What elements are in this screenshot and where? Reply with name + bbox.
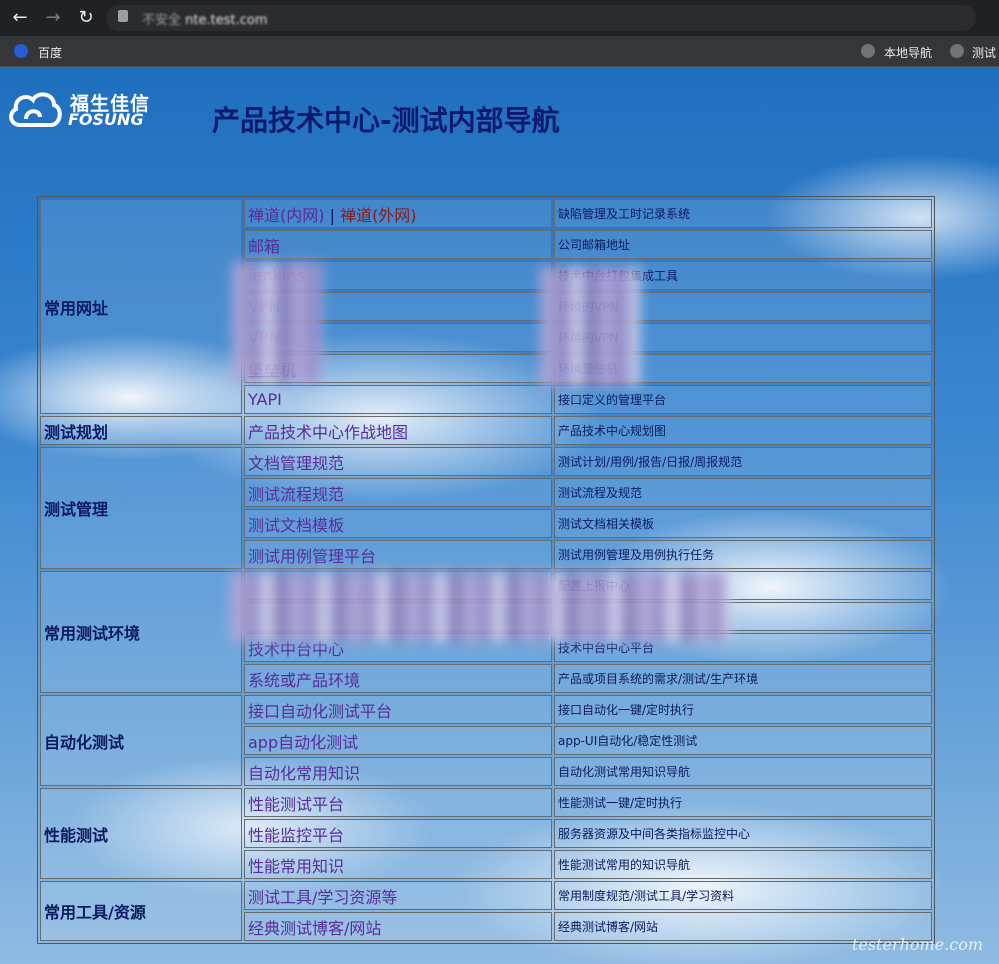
description-cell: 测试用例管理及用例执行任务 <box>554 540 932 569</box>
bookmark-local-nav[interactable]: 本地导航 <box>884 44 932 61</box>
description-cell: 测试流程及规范 <box>554 478 932 507</box>
link-cell: 经典测试博客/网站 <box>244 912 552 941</box>
baidu-icon <box>14 44 28 58</box>
nav-link[interactable]: 性能测试平台 <box>248 795 344 814</box>
nav-link[interactable]: 禅道(内网) <box>248 206 325 225</box>
page-background: 福生佳信 FOSUNG 产品技术中心-测试内部导航 常用网址 禅道(内网) | 禅… <box>0 67 999 964</box>
reload-icon[interactable]: ↻ <box>76 8 96 28</box>
description-cell: 接口自动化一键/定时执行 <box>554 695 932 724</box>
nav-link[interactable]: 测试工具/学习资源等 <box>248 888 397 907</box>
nav-link[interactable]: 性能监控平台 <box>248 826 344 845</box>
link-cell: 性能监控平台 <box>244 819 552 848</box>
bookmark-test[interactable]: 测试 <box>972 44 996 61</box>
link-cell: 性能测试平台 <box>244 788 552 817</box>
description-cell: 自动化测试常用知识导航 <box>554 757 932 786</box>
table-row: 测试规划 产品技术中心作战地图 产品技术中心规划图 <box>40 416 932 445</box>
table-row: 测试管理 文档管理规范 测试计划/用例/报告/日报/周报规范 <box>40 447 932 569</box>
nav-link[interactable]: 文档管理规范 <box>248 454 344 473</box>
navigation-table: 常用网址禅道(内网) | 禅道(外网)缺陷管理及工时记录系统邮箱公司邮箱地址je… <box>37 196 935 944</box>
category-cell: 常用测试环境 <box>40 571 242 693</box>
table-row: 常用网址 禅道(内网) | 禅道(外网) 缺陷管理及工时记录系统 <box>40 199 932 414</box>
description-cell: 公司邮箱地址 <box>554 230 932 259</box>
nav-link[interactable]: 接口自动化测试平台 <box>248 702 392 721</box>
bookmarks-bar: 百度 本地导航 测试 <box>0 36 999 98</box>
cloud-logo-icon <box>9 92 62 127</box>
description-cell: 服务器资源及中间各类指标监控中心 <box>554 819 932 848</box>
table-row: 性能测试 性能测试平台 性能测试一键/定时执行 <box>40 788 932 879</box>
description-cell: 产品或项目系统的需求/测试/生产环境 <box>554 664 932 693</box>
nav-link[interactable]: 测试文档模板 <box>248 516 344 535</box>
fosung-logo: 福生佳信 FOSUNG <box>6 89 156 131</box>
redacted-block <box>230 572 730 642</box>
nav-link[interactable]: app自动化测试 <box>248 733 358 752</box>
globe-icon <box>861 44 875 58</box>
table-row: 常用工具/资源 测试工具/学习资源等 常用制度规范/测试工具/学习资料 <box>40 881 932 941</box>
nav-link[interactable]: 经典测试博客/网站 <box>248 919 381 938</box>
category-cell: 性能测试 <box>40 788 242 879</box>
page-title: 产品技术中心-测试内部导航 <box>212 104 560 137</box>
nav-link-external[interactable]: 禅道(外网) <box>340 206 417 225</box>
back-icon[interactable]: ← <box>10 8 30 28</box>
description-cell: 性能测试一键/定时执行 <box>554 788 932 817</box>
link-cell: 性能常用知识 <box>244 850 552 879</box>
description-cell: app-UI自动化/稳定性测试 <box>554 726 932 755</box>
browser-toolbar: ← → ↻ 不安全 nte.test.com <box>0 0 999 36</box>
nav-link[interactable]: 技术中台中心 <box>248 640 344 659</box>
description-cell: 测试计划/用例/报告/日报/周报规范 <box>554 447 932 476</box>
globe-icon <box>950 44 964 58</box>
link-cell: 测试用例管理平台 <box>244 540 552 569</box>
link-cell: 自动化常用知识 <box>244 757 552 786</box>
link-cell: 测试文档模板 <box>244 509 552 538</box>
link-cell: 产品技术中心作战地图 <box>244 416 552 445</box>
category-cell: 常用网址 <box>40 199 242 414</box>
link-cell: app自动化测试 <box>244 726 552 755</box>
nav-link[interactable]: YAPI <box>248 390 282 409</box>
nav-link[interactable]: 测试用例管理平台 <box>248 547 376 566</box>
nav-link[interactable]: 性能常用知识 <box>248 857 344 876</box>
category-cell: 测试规划 <box>40 416 242 445</box>
link-cell: YAPI <box>244 385 552 414</box>
nav-link[interactable]: 产品技术中心作战地图 <box>248 423 408 442</box>
url-text: 不安全 nte.test.com <box>142 13 268 28</box>
logo-text-en: FOSUNG <box>68 110 144 129</box>
description-cell: 产品技术中心规划图 <box>554 416 932 445</box>
nav-link[interactable]: 邮箱 <box>248 237 280 256</box>
link-cell: 接口自动化测试平台 <box>244 695 552 724</box>
link-separator: | <box>324 205 341 225</box>
nav-link[interactable]: 系统或产品环境 <box>248 671 360 690</box>
redacted-block <box>540 267 640 387</box>
link-cell: 系统或产品环境 <box>244 664 552 693</box>
forward-icon[interactable]: → <box>43 8 63 28</box>
watermark: testerhome.com <box>851 935 983 954</box>
link-cell: 测试流程规范 <box>244 478 552 507</box>
bookmark-baidu[interactable]: 百度 <box>38 44 62 61</box>
link-cell: 禅道(内网) | 禅道(外网) <box>244 199 552 228</box>
redacted-block <box>232 262 322 382</box>
not-secure-icon[interactable] <box>118 10 128 22</box>
description-cell: 测试文档相关模板 <box>554 509 932 538</box>
nav-link[interactable]: 自动化常用知识 <box>248 764 360 783</box>
category-cell: 测试管理 <box>40 447 242 569</box>
link-cell: 测试工具/学习资源等 <box>244 881 552 910</box>
description-cell: 接口定义的管理平台 <box>554 385 932 414</box>
link-cell: 文档管理规范 <box>244 447 552 476</box>
description-cell: 缺陷管理及工时记录系统 <box>554 199 932 228</box>
category-cell: 常用工具/资源 <box>40 881 242 941</box>
table-row: 自动化测试 接口自动化测试平台 接口自动化一键/定时执行 <box>40 695 932 786</box>
link-cell: 邮箱 <box>244 230 552 259</box>
description-cell: 性能测试常用的知识导航 <box>554 850 932 879</box>
nav-link[interactable]: 测试流程规范 <box>248 485 344 504</box>
category-cell: 自动化测试 <box>40 695 242 786</box>
description-cell: 常用制度规范/测试工具/学习资料 <box>554 881 932 910</box>
